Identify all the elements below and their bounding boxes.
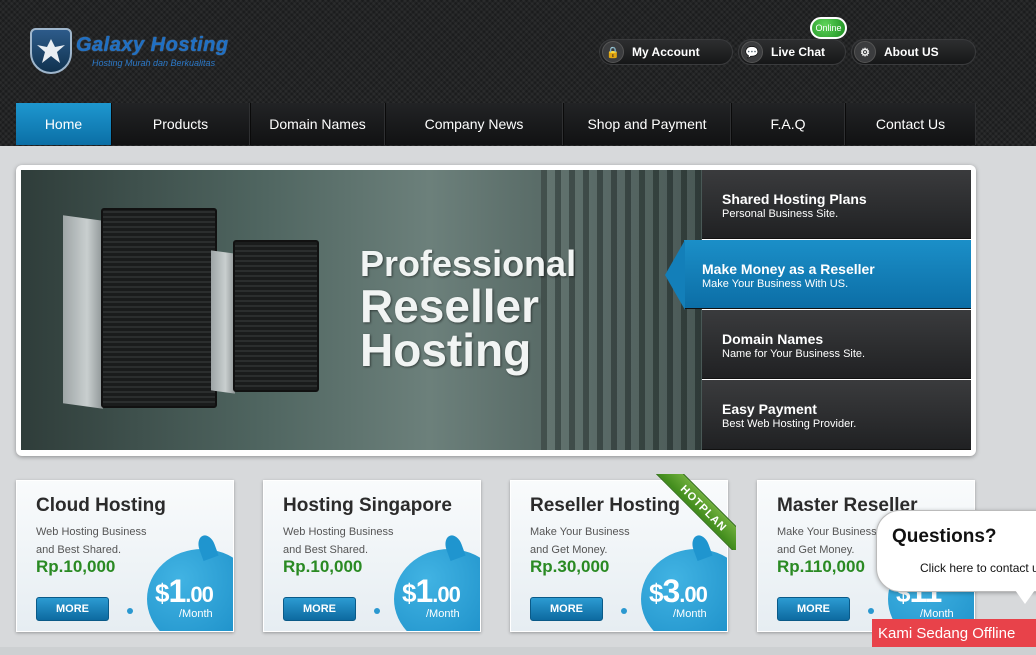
brand-tagline: Hosting Murah dan Berkualitas (92, 58, 216, 68)
tab-subtitle: Personal Business Site. (722, 208, 839, 220)
per-month-label: /Month (426, 608, 460, 620)
more-button[interactable]: MORE (777, 597, 850, 621)
nav-item-domain-names[interactable]: Domain Names (250, 103, 385, 145)
tab-title: Make Money as a Reseller (702, 261, 875, 277)
more-button[interactable]: MORE (36, 597, 109, 621)
headline-line-2: Reseller (360, 280, 540, 332)
plan-usd-amount: $1.00 (155, 573, 214, 610)
more-button[interactable]: MORE (283, 597, 356, 621)
plan-desc-line: Web Hosting Business (283, 526, 394, 538)
bubble-dot (621, 608, 627, 614)
amount-cents: .00 (185, 582, 214, 607)
live-chat-label: Live Chat (771, 45, 826, 59)
hotplan-label: HOTPLAN (654, 474, 736, 550)
headline-line-3: Hosting (360, 324, 532, 376)
tab-title: Shared Hosting Plans (722, 191, 867, 207)
banner-tab-reseller[interactable]: Make Money as a Reseller Make Your Busin… (665, 240, 971, 310)
about-us-button[interactable]: ⚙ About US (851, 39, 976, 65)
banner-tab-domain-names[interactable]: Domain Names Name for Your Business Site… (702, 310, 971, 379)
server-side-panel (63, 215, 103, 409)
about-us-label: About US (884, 45, 939, 59)
nav-item-products[interactable]: Products (111, 103, 250, 145)
tab-title: Domain Names (722, 331, 824, 347)
amount-whole: 1 (415, 573, 433, 609)
plan-price: Rp.10,000 (283, 557, 363, 576)
banner-tabs: Shared Hosting Plans Personal Business S… (665, 170, 971, 450)
bubble-dot (868, 608, 874, 614)
chat-bubbles-icon: 💬 (741, 41, 763, 63)
eagle-logo-icon[interactable] (30, 28, 72, 74)
plan-usd-amount: $3.00 (649, 573, 708, 610)
gear-icon: ⚙ (854, 41, 876, 63)
amount-cents: .00 (679, 582, 708, 607)
tab-subtitle: Make Your Business With US. (702, 278, 849, 290)
dollar-sign: $ (155, 578, 170, 608)
plan-price: Rp.10,000 (36, 557, 116, 576)
my-account-button[interactable]: 🔒 My Account (599, 39, 733, 65)
nav-item-home[interactable]: Home (16, 103, 111, 145)
per-month-label: /Month (179, 608, 213, 620)
hotplan-ribbon: HOTPLAN (640, 474, 736, 550)
server-side-panel-small (211, 250, 235, 394)
brand-title[interactable]: Galaxy Hosting (76, 34, 229, 57)
site-header: Galaxy Hosting Hosting Murah dan Berkual… (0, 0, 1036, 146)
chat-offline-bar[interactable]: Kami Sedang Offline (872, 619, 1036, 647)
amount-cents: .00 (432, 582, 461, 607)
plan-desc-line: Web Hosting Business (36, 526, 147, 538)
live-chat-button[interactable]: 💬 Live Chat (738, 39, 846, 65)
bubble-dot (374, 608, 380, 614)
bubble-dot (127, 608, 133, 614)
banner-tab-easy-payment[interactable]: Easy Payment Best Web Hosting Provider. (702, 380, 971, 450)
tower-server-small (233, 240, 319, 392)
hero-banner: Professional Reseller Hosting Shared Hos… (16, 165, 976, 456)
my-account-label: My Account (632, 45, 700, 59)
main-nav: Home Products Domain Names Company News … (16, 103, 976, 145)
questions-title: Questions? (892, 526, 997, 547)
amount-whole: 3 (662, 573, 680, 609)
hero-image: Professional Reseller Hosting (21, 170, 702, 450)
plan-description: Web Hosting Business and Best Shared. (283, 523, 413, 559)
nav-item-faq[interactable]: F.A.Q (731, 103, 845, 145)
nav-item-company-news[interactable]: Company News (385, 103, 563, 145)
active-tab-arrow (665, 240, 685, 310)
banner-tab-shared-hosting[interactable]: Shared Hosting Plans Personal Business S… (702, 170, 971, 239)
plan-title: Cloud Hosting (36, 495, 166, 516)
footer-strip (0, 647, 1036, 655)
plan-price: Rp.110,000 (777, 557, 865, 576)
plan-description: Web Hosting Business and Best Shared. (36, 523, 166, 559)
plan-title: Hosting Singapore (283, 495, 452, 516)
online-badge: Online (810, 17, 847, 39)
tab-title: Easy Payment (722, 401, 817, 417)
plan-price: Rp.30,000 (530, 557, 610, 576)
tab-subtitle: Best Web Hosting Provider. (722, 418, 857, 430)
plan-card-cloud-hosting: Cloud Hosting Web Hosting Business and B… (16, 480, 234, 632)
plan-usd-amount: $1.00 (402, 573, 461, 610)
more-button[interactable]: MORE (530, 597, 603, 621)
per-month-label: /Month (673, 608, 707, 620)
plan-card-hosting-singapore: Hosting Singapore Web Hosting Business a… (263, 480, 481, 632)
nav-item-contact-us[interactable]: Contact Us (845, 103, 976, 145)
headline-line-1: Professional (360, 243, 577, 284)
amount-whole: 1 (168, 573, 186, 609)
tower-server-large (101, 208, 217, 408)
popup-tail (1015, 590, 1035, 604)
dollar-sign: $ (649, 578, 664, 608)
tab-subtitle: Name for Your Business Site. (722, 348, 866, 360)
dollar-sign: $ (402, 578, 417, 608)
contact-us-link[interactable]: Click here to contact us (920, 561, 1036, 575)
nav-item-shop-and-payment[interactable]: Shop and Payment (563, 103, 731, 145)
questions-chat-popup[interactable]: Questions? Click here to contact us (876, 510, 1036, 592)
hero-headline: Professional Reseller Hosting (360, 243, 577, 376)
lock-icon: 🔒 (602, 41, 624, 63)
